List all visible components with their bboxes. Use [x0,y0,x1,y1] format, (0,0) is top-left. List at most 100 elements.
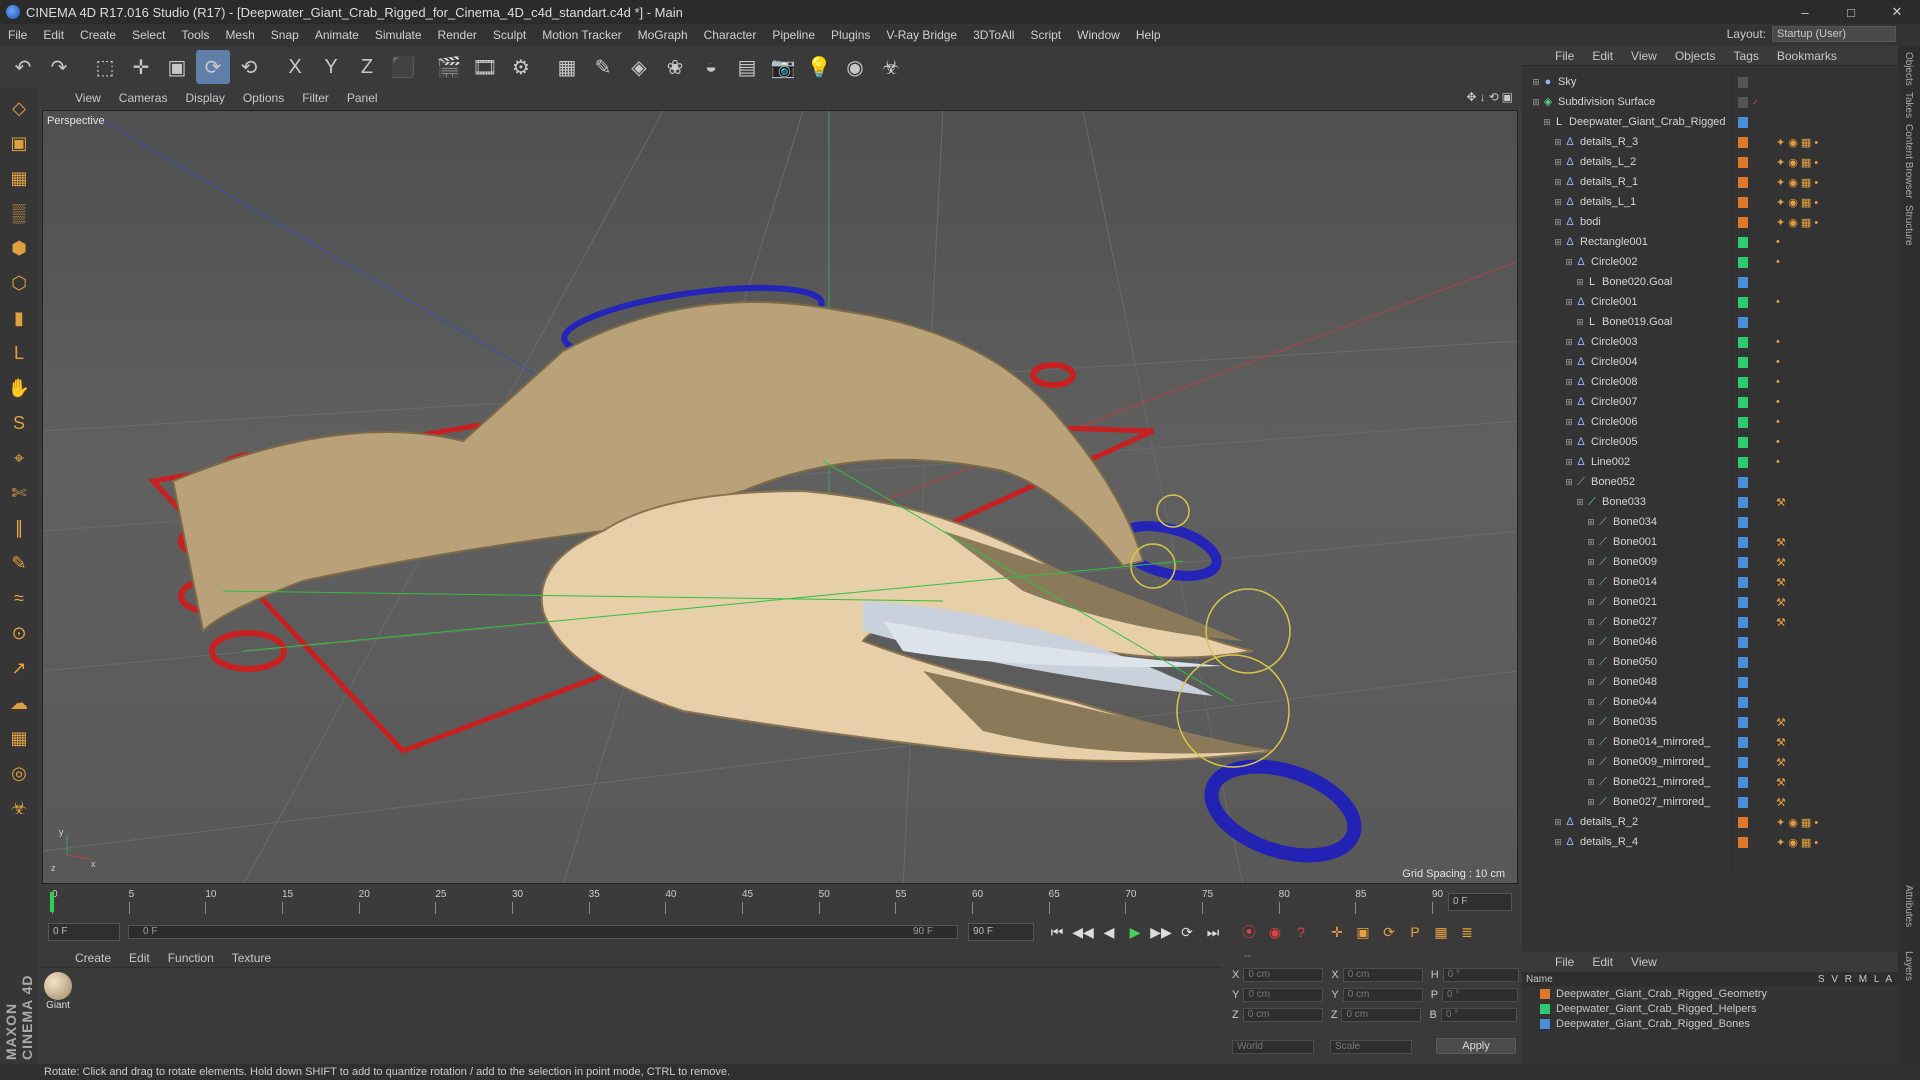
visibility-dots-icon[interactable]: ✓ [1752,98,1759,107]
rotate-button[interactable]: ⟳ [196,50,230,84]
menu-file[interactable]: File [0,28,35,42]
layout-dropdown[interactable]: Startup (User) [1772,26,1896,42]
transform-mode-dropdown[interactable]: Scale [1330,1040,1412,1054]
expand-icon[interactable]: ⊞ [1552,816,1564,828]
undo-button[interactable]: ↶ [6,50,40,84]
material-menu-texture[interactable]: Texture [223,951,280,965]
coordinate-system-dropdown[interactable]: World [1232,1040,1314,1054]
position-field[interactable]: 0 cm [1243,988,1324,1002]
size-field[interactable]: 0 cm [1342,968,1423,982]
expand-icon[interactable]: ⊞ [1585,796,1597,808]
object-tags[interactable]: ⚒ [1776,716,1786,729]
expand-icon[interactable]: ⊞ [1552,236,1564,248]
layer-color-swatch[interactable] [1738,776,1748,788]
menu-snap[interactable]: Snap [263,28,307,42]
brush-tool[interactable]: ✎ [3,547,35,579]
menu-tools[interactable]: Tools [173,28,217,42]
expand-icon[interactable]: ⊞ [1574,496,1586,508]
scene-button[interactable]: ◉ [838,50,872,84]
layer-color-swatch[interactable] [1738,696,1748,708]
pen-button[interactable]: ✎ [586,50,620,84]
layer-color-swatch[interactable] [1738,176,1748,188]
rotation-field[interactable]: 0 ° [1442,968,1519,982]
grid-lock-tool[interactable]: ▦ [3,722,35,754]
expand-icon[interactable]: ⊞ [1585,596,1597,608]
layer-color-swatch[interactable] [1738,836,1748,848]
layer-row[interactable]: Deepwater_Giant_Crab_Rigged_Helpers [1522,1001,1898,1016]
magnet-tool[interactable]: ⌖ [3,442,35,474]
crab-body[interactable] [171,301,1274,762]
expand-icon[interactable]: ⊞ [1563,296,1575,308]
object-tags[interactable]: ✦ ◉ ▦ • [1776,216,1818,229]
expand-icon[interactable]: ⊞ [1552,136,1564,148]
key-position-button[interactable]: ✛ [1324,920,1350,944]
object-row[interactable]: ⊞ ⟋ Bone009_mirrored_ ⚒ [1522,752,1898,772]
layer-color-swatch[interactable] [1738,376,1748,388]
object-tags[interactable]: ⚒ [1776,776,1786,789]
layer-color-swatch[interactable] [1738,256,1748,268]
expand-icon[interactable]: ⊞ [1552,836,1564,848]
object-tags[interactable]: • [1776,336,1780,348]
layer-color-swatch[interactable] [1738,716,1748,728]
expand-icon[interactable]: ⊞ [1563,436,1575,448]
layer-menu-view[interactable]: View [1622,955,1666,969]
tab-layers[interactable]: Layers [1903,951,1914,981]
menu-3dtoall[interactable]: 3DToAll [965,28,1022,42]
layer-color-swatch[interactable] [1738,336,1748,348]
object-row[interactable]: ⊞ ◈ Subdivision Surface ✓ [1522,92,1898,112]
perspective-viewport[interactable]: Perspective Grid Spacing : 10 cm y z x [42,110,1518,884]
workplane-tool[interactable]: ▒ [3,197,35,229]
frame-range-slider[interactable]: 0 F 90 F [128,925,958,939]
keyframe-help-button[interactable]: ? [1288,920,1314,944]
start-frame-field[interactable]: 0 F [48,923,120,941]
menu-pipeline[interactable]: Pipeline [764,28,823,42]
key-parameter-button[interactable]: P [1402,920,1428,944]
object-row[interactable]: ⊞ ∆ Rectangle001 • [1522,232,1898,252]
layer-color-swatch[interactable] [1738,216,1748,228]
layer-color-swatch[interactable] [1738,736,1748,748]
object-row[interactable]: ⊞ ∆ Circle006 • [1522,412,1898,432]
layer-color-swatch[interactable] [1738,616,1748,628]
object-tags[interactable]: • [1776,236,1780,248]
layer-color-swatch[interactable] [1738,816,1748,828]
object-row[interactable]: ⊞ ∆ Circle008 • [1522,372,1898,392]
playhead[interactable] [50,892,54,912]
expand-icon[interactable]: ⊞ [1585,616,1597,628]
expand-icon[interactable]: ⊞ [1585,676,1597,688]
knife-tool[interactable]: ✄ [3,477,35,509]
menu-v-ray-bridge[interactable]: V-Ray Bridge [878,28,965,42]
expand-icon[interactable]: ⊞ [1585,656,1597,668]
menu-edit[interactable]: Edit [35,28,72,42]
menu-select[interactable]: Select [124,28,173,42]
autokey-button[interactable]: ⦿ [1236,920,1262,944]
polygons-mode-tool[interactable]: ▮ [3,302,35,334]
layer-color-swatch[interactable] [1738,356,1748,368]
menu-render[interactable]: Render [430,28,485,42]
layer-row[interactable]: Deepwater_Giant_Crab_Rigged_Geometry [1522,986,1898,1001]
maximize-button[interactable]: □ [1828,0,1874,24]
smooth-tool[interactable]: ☁ [3,687,35,719]
object-tags[interactable]: ✦ ◉ ▦ • [1776,176,1818,189]
object-tags[interactable]: ✦ ◉ ▦ • [1776,816,1818,829]
layer-color-swatch[interactable] [1738,116,1748,128]
material-menu-create[interactable]: Create [66,951,120,965]
menu-script[interactable]: Script [1022,28,1069,42]
menu-mograph[interactable]: MoGraph [630,28,696,42]
object-tags[interactable]: ⚒ [1776,496,1786,509]
expand-icon[interactable]: ⊞ [1563,456,1575,468]
viewport-menu-options[interactable]: Options [234,91,293,105]
object-row[interactable]: ⊞ ⟋ Bone034 [1522,512,1898,532]
expand-icon[interactable]: ⊞ [1563,336,1575,348]
object-row[interactable]: ⊞ ⟋ Bone014 ⚒ [1522,572,1898,592]
expand-icon[interactable]: ⊞ [1552,176,1564,188]
object-row[interactable]: ⊞ ∆ Circle007 • [1522,392,1898,412]
viewport-menu-filter[interactable]: Filter [293,91,338,105]
menu-help[interactable]: Help [1128,28,1169,42]
layer-row[interactable]: Deepwater_Giant_Crab_Rigged_Bones [1522,1016,1898,1031]
object-row[interactable]: ⊞ ∆ bodi ✦ ◉ ▦ • [1522,212,1898,232]
render-view-button[interactable]: 🎬 [432,50,466,84]
layer-color-swatch[interactable] [1738,416,1748,428]
object-tags[interactable]: • [1776,376,1780,388]
size-field[interactable]: 0 cm [1341,1008,1422,1022]
layer-color-swatch[interactable] [1738,656,1748,668]
